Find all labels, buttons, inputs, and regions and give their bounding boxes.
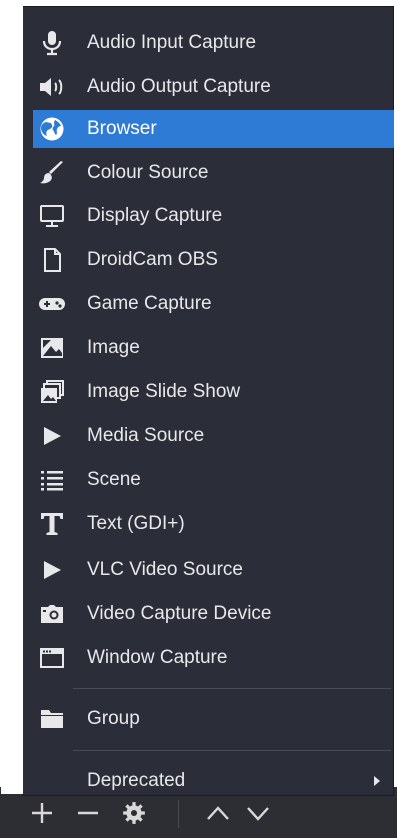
menu-item-video-capture-device[interactable]: Video Capture Device (33, 595, 394, 633)
microphone-icon (36, 27, 68, 59)
menu-item-droidcam-obs[interactable]: DroidCam OBS (33, 241, 394, 279)
menu-item-deprecated[interactable]: Deprecated (33, 762, 394, 800)
menu-item-media-source[interactable]: Media Source (33, 417, 394, 455)
menu-item-label: Image Slide Show (87, 381, 241, 402)
folder-icon (36, 703, 68, 735)
monitor-icon (36, 200, 68, 232)
menu-item-vlc-video-source[interactable]: VLC Video Source (33, 551, 394, 589)
menu-item-browser[interactable]: Browser (33, 110, 394, 148)
list-icon (36, 464, 68, 496)
menu-item-image-slide-show[interactable]: Image Slide Show (33, 373, 394, 411)
menu-item-label: Deprecated (87, 770, 186, 791)
menu-separator (73, 750, 391, 751)
menu-item-label: Group (87, 708, 140, 729)
menu-item-label: Colour Source (87, 162, 209, 183)
menu-item-window-capture[interactable]: Window Capture (33, 639, 394, 677)
menu-item-label: DroidCam OBS (87, 249, 218, 270)
text-icon (36, 508, 68, 540)
menu-item-group[interactable]: Group (33, 700, 394, 738)
play-icon (36, 420, 68, 452)
empty-icon-slot (36, 765, 68, 797)
menu-item-text-gdi[interactable]: Text (GDI+) (33, 505, 394, 543)
submenu-arrow-icon (374, 776, 380, 786)
menu-item-label: Display Capture (87, 205, 223, 226)
obs-sources-add-menu-screen: Audio Input Capture Audio Output Capture (0, 0, 397, 838)
slideshow-icon (36, 376, 68, 408)
menu-item-label: Audio Input Capture (87, 32, 257, 53)
menu-item-label: VLC Video Source (87, 559, 243, 580)
menu-separator (73, 688, 391, 689)
speaker-icon (36, 71, 68, 103)
menu-item-label: Media Source (87, 425, 205, 446)
menu-item-label: Video Capture Device (87, 603, 272, 624)
image-icon (36, 332, 68, 364)
menu-item-game-capture[interactable]: Game Capture (33, 285, 394, 323)
gamepad-icon (36, 288, 68, 320)
toolbar-separator (178, 800, 179, 828)
menu-item-label: Image (87, 337, 140, 358)
camera-icon (36, 598, 68, 630)
menu-item-colour-source[interactable]: Colour Source (33, 154, 394, 192)
menu-item-label: Game Capture (87, 293, 212, 314)
menu-item-display-capture[interactable]: Display Capture (33, 197, 394, 235)
menu-item-label: Scene (87, 469, 141, 490)
menu-item-label: Browser (87, 118, 157, 139)
menu-item-label: Text (GDI+) (87, 513, 185, 534)
menu-item-label: Audio Output Capture (87, 76, 271, 97)
menu-item-scene[interactable]: Scene (33, 461, 394, 499)
menu-item-audio-input-capture[interactable]: Audio Input Capture (33, 24, 394, 62)
window-icon (36, 642, 68, 674)
menu-item-image[interactable]: Image (33, 329, 394, 367)
globe-icon (36, 113, 68, 145)
file-icon (36, 244, 68, 276)
add-source-menu: Audio Input Capture Audio Output Capture (1, 1, 394, 796)
menu-item-label: Window Capture (87, 647, 228, 668)
paint-brush-icon (36, 157, 68, 189)
menu-item-audio-output-capture[interactable]: Audio Output Capture (33, 68, 394, 106)
play-icon (36, 554, 68, 586)
